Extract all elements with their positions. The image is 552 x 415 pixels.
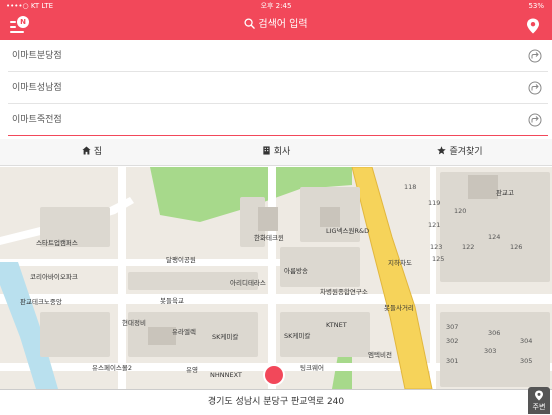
place-name: 이마트죽전점 <box>12 115 62 125</box>
map-label: LIG넥스원R&D <box>326 226 369 235</box>
home-icon <box>82 146 91 155</box>
map-label: 판교고 <box>496 188 514 197</box>
block-number: 305 <box>520 357 532 365</box>
map-label: SK케미칼 <box>212 332 238 341</box>
route-arrow-icon[interactable] <box>528 81 542 95</box>
map-label: 한화테크윈 <box>254 233 284 242</box>
map-label: 코리아바이오파크 <box>30 272 78 281</box>
map-label: 달팽이공원 <box>166 255 196 264</box>
pin-icon <box>535 390 543 401</box>
map-label: 지하차도 <box>388 258 412 267</box>
block-number: 119 <box>428 199 440 207</box>
battery-text: 53% <box>528 2 544 10</box>
map-label: 봇들사거리 <box>384 303 414 312</box>
route-arrow-icon[interactable] <box>528 49 542 63</box>
map-label: 차병원종합연구소 <box>320 287 368 296</box>
map-label: 유영 <box>186 365 198 374</box>
place-name: 이마트분당점 <box>12 51 62 61</box>
map-label: 팅크웨어 <box>300 363 324 372</box>
map-label: 유스페이스몰2 <box>92 363 132 372</box>
tab-label: 즐겨찾기 <box>449 147 483 157</box>
list-item[interactable]: 이마트성남점 <box>8 72 548 104</box>
tab-favorites[interactable]: 즐겨찾기 <box>368 139 552 166</box>
block-number: 304 <box>520 337 532 345</box>
block-number: 123 <box>430 243 442 251</box>
map-label: 아리디테라스 <box>230 278 266 287</box>
address-bar[interactable]: 경기도 성남시 분당구 판교역로 240 <box>0 389 552 414</box>
menu-button[interactable]: N <box>10 16 32 35</box>
status-bar: ••••○ KT LTE 오후 2:45 53% <box>0 0 552 12</box>
block-number: 302 <box>446 337 458 345</box>
recent-places-list: 이마트분당점 이마트성남점 이마트죽전점 <box>8 40 548 136</box>
block-number: 121 <box>428 221 440 229</box>
map-view[interactable]: 스타트업캠퍼스 코리아바이오파크 판교테크노중앙 현대정비 유스페이스몰2 달팽… <box>0 167 552 389</box>
search-button[interactable]: 검색어 입력 <box>196 12 356 40</box>
map-label: NHNNEXT <box>210 371 242 379</box>
new-badge: N <box>17 16 29 28</box>
block-number: 120 <box>454 207 466 215</box>
current-address: 경기도 성남시 분당구 판교역로 240 <box>207 397 345 407</box>
place-name: 이마트성남점 <box>12 83 62 93</box>
tab-home[interactable]: 집 <box>0 139 184 166</box>
block-number: 122 <box>462 243 474 251</box>
tab-label: 회사 <box>273 147 291 157</box>
shortcut-tabs: 집 회사 즐겨찾기 <box>0 139 552 166</box>
block-number: 306 <box>488 329 500 337</box>
block-number: 126 <box>510 243 522 251</box>
clock-text: 오후 2:45 <box>260 2 292 10</box>
tab-label: 집 <box>93 147 103 157</box>
block-number: 124 <box>488 233 500 241</box>
map-label: SK케미칼 <box>284 331 310 340</box>
star-icon <box>437 146 447 155</box>
list-item[interactable]: 이마트분당점 <box>8 40 548 72</box>
map-label: 봇들육교 <box>160 297 184 305</box>
map-label: 스타트업캠퍼스 <box>36 238 78 247</box>
map-label: 현대정비 <box>122 318 146 327</box>
map-label: 아름방송 <box>284 266 308 275</box>
list-item[interactable]: 이마트죽전점 <box>8 104 548 136</box>
around-label: 주변 <box>532 403 546 411</box>
block-number: 301 <box>446 357 458 365</box>
map-label: 판교테크노중앙 <box>20 297 62 306</box>
map-label: 유라엘렉 <box>172 327 196 336</box>
route-arrow-icon[interactable] <box>528 113 542 127</box>
around-button[interactable]: 주변 <box>528 387 550 414</box>
tab-work[interactable]: 회사 <box>184 139 368 166</box>
building-icon <box>263 146 270 155</box>
search-label: 검색어 입력 <box>258 19 308 30</box>
search-icon <box>244 18 256 29</box>
location-pin-icon[interactable] <box>526 18 540 34</box>
map-label: 엠텍비전 <box>368 350 392 359</box>
block-number: 125 <box>432 255 444 263</box>
top-bar: N 검색어 입력 <box>0 12 552 40</box>
block-number: 118 <box>404 183 416 191</box>
block-number: 303 <box>484 347 496 355</box>
map-label: KTNET <box>326 321 347 329</box>
block-number: 307 <box>446 323 458 331</box>
